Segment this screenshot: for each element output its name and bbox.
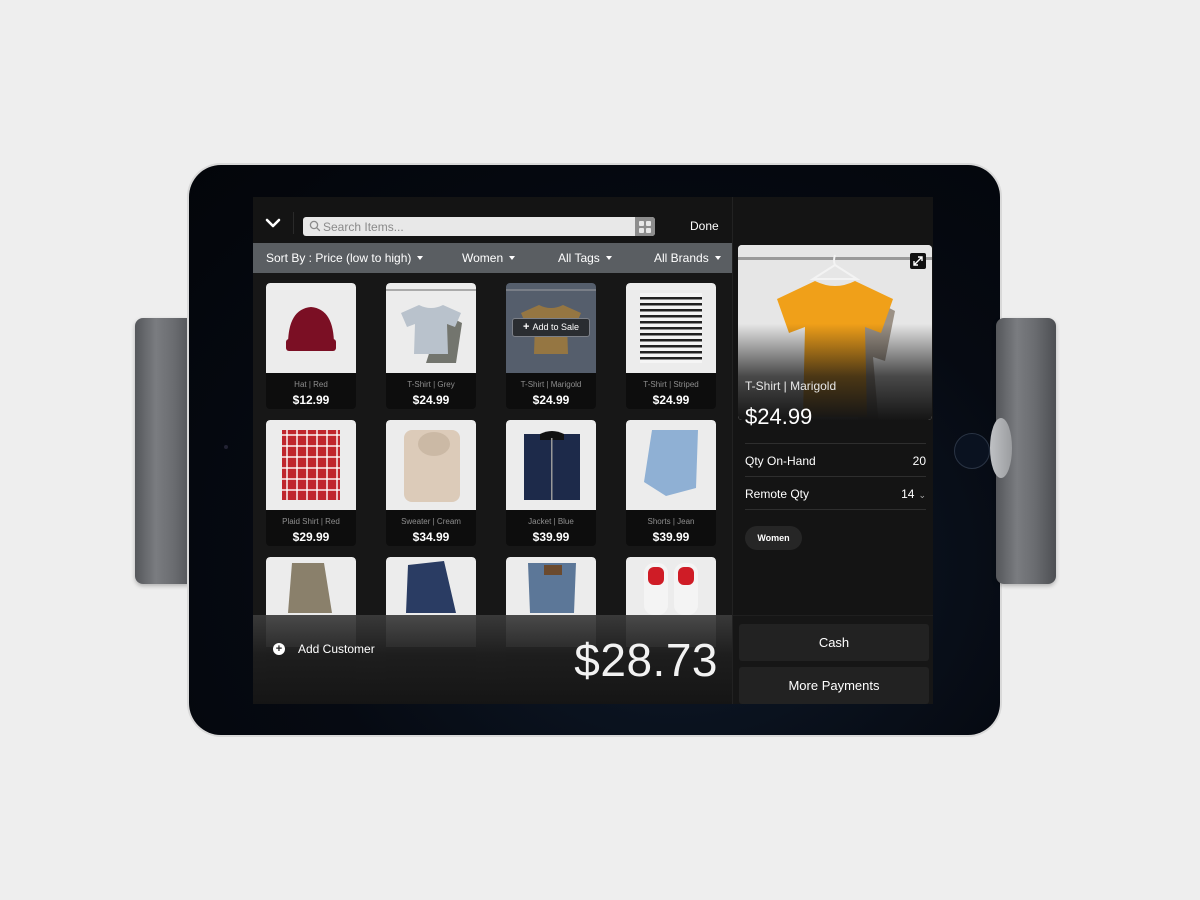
search-box xyxy=(303,217,655,236)
caret-down-icon xyxy=(714,255,721,260)
product-tile[interactable]: + Add to Sale T-Shirt | Marigold $24.99 xyxy=(506,283,596,409)
product-tile[interactable]: Sweater | Cream $34.99 xyxy=(386,420,476,546)
caret-down-icon xyxy=(605,255,612,260)
grid-icon xyxy=(639,220,644,226)
tags-label: All Tags xyxy=(558,251,600,265)
product-name: Hat | Red xyxy=(294,380,328,389)
pos-screen: Done Sort By : Price (low to high) Women… xyxy=(253,197,933,704)
chevron-down-icon xyxy=(265,218,281,228)
collapse-button[interactable] xyxy=(265,216,285,232)
product-name: Jacket | Blue xyxy=(528,517,574,526)
search-icon xyxy=(309,220,321,232)
image-gradient xyxy=(738,245,932,420)
qty-on-hand-row: Qty On-Hand 20 xyxy=(745,443,926,476)
remote-qty-label: Remote Qty xyxy=(745,487,810,501)
product-tile[interactable]: T-Shirt | Grey $24.99 xyxy=(386,283,476,409)
product-name: T-Shirt | Marigold xyxy=(520,380,582,389)
product-name: Shorts | Jean xyxy=(647,517,695,526)
grey-tshirt-on-hanger-image xyxy=(386,283,476,373)
product-price: $12.99 xyxy=(292,393,330,407)
sale-bar: + Add Customer $28.73 xyxy=(253,615,732,704)
plus-circle-icon: + xyxy=(273,643,285,655)
home-button[interactable] xyxy=(954,433,990,469)
product-price: $39.99 xyxy=(652,530,690,544)
qty-on-hand-label: Qty On-Hand xyxy=(745,454,816,468)
payment-area: Cash More Payments xyxy=(733,615,933,704)
chevron-down-icon: ⌄ xyxy=(918,490,926,500)
catalog-pane: Done Sort By : Price (low to high) Women… xyxy=(253,197,732,704)
brands-dropdown[interactable]: All Brands xyxy=(654,251,721,265)
product-tile[interactable]: Hat | Red $12.99 xyxy=(266,283,356,409)
brands-label: All Brands xyxy=(654,251,709,265)
search-input[interactable] xyxy=(323,217,633,236)
product-price: $24.99 xyxy=(532,393,570,407)
expand-button[interactable] xyxy=(910,253,926,269)
sale-total: $28.73 xyxy=(574,634,718,686)
cream-sweater-image xyxy=(386,420,476,510)
product-name: T-Shirt | Striped xyxy=(643,380,699,389)
product-tile[interactable]: Plaid Shirt | Red $29.99 xyxy=(266,420,356,546)
caret-down-icon xyxy=(417,255,424,260)
divider xyxy=(293,212,294,234)
tags-dropdown[interactable]: All Tags xyxy=(558,251,612,265)
product-tile[interactable]: T-Shirt | Striped $24.99 xyxy=(626,283,716,409)
detail-item-price: $24.99 xyxy=(745,404,813,429)
product-name: Sweater | Cream xyxy=(401,517,461,526)
sort-label: Sort By : Price (low to high) xyxy=(266,251,412,265)
expand-icon xyxy=(913,256,923,266)
caret-down-icon xyxy=(509,255,516,260)
sort-dropdown[interactable]: Sort By : Price (low to high) xyxy=(266,251,424,265)
camera xyxy=(224,445,228,449)
product-price: $39.99 xyxy=(532,530,570,544)
striped-tshirt-image xyxy=(626,283,716,373)
item-detail-image xyxy=(738,245,932,420)
item-detail-pane: T-Shirt | Marigold $24.99 Qty On-Hand 20… xyxy=(732,197,933,704)
product-price: $34.99 xyxy=(412,530,450,544)
red-beanie-image xyxy=(266,283,356,373)
cash-button[interactable]: Cash xyxy=(739,624,929,661)
product-tile[interactable]: Shorts | Jean $39.99 xyxy=(626,420,716,546)
plus-icon: + xyxy=(523,321,530,333)
red-plaid-shirt-image xyxy=(266,420,356,510)
product-tile[interactable]: Jacket | Blue $39.99 xyxy=(506,420,596,546)
add-to-sale-label: Add to Sale xyxy=(532,322,579,332)
more-payments-button[interactable]: More Payments xyxy=(739,667,929,704)
product-price: $24.99 xyxy=(412,393,450,407)
category-label: Women xyxy=(462,251,504,265)
remote-qty-value-wrap: 14 ⌄ xyxy=(901,487,926,501)
grid-view-toggle[interactable] xyxy=(635,217,655,236)
product-name: Plaid Shirt | Red xyxy=(282,517,340,526)
top-toolbar: Done xyxy=(253,197,732,243)
stand-clamp-left xyxy=(135,318,195,584)
category-dropdown[interactable]: Women xyxy=(462,251,516,265)
divider xyxy=(745,509,926,510)
add-customer-label: Add Customer xyxy=(298,642,375,656)
stand-clamp-right xyxy=(990,318,1056,584)
jean-shorts-image xyxy=(626,420,716,510)
tag-chip[interactable]: Women xyxy=(745,526,802,550)
navy-jacket-image xyxy=(506,420,596,510)
add-to-sale-button[interactable]: + Add to Sale xyxy=(512,318,590,337)
product-price: $29.99 xyxy=(292,530,330,544)
product-name: T-Shirt | Grey xyxy=(407,380,455,389)
remote-qty-row[interactable]: Remote Qty 14 ⌄ xyxy=(745,476,926,509)
filter-bar: Sort By : Price (low to high) Women All … xyxy=(253,243,732,273)
done-button[interactable]: Done xyxy=(690,219,719,233)
remote-qty-value: 14 xyxy=(901,487,915,501)
qty-on-hand-value: 20 xyxy=(912,454,926,468)
add-customer-button[interactable]: + Add Customer xyxy=(273,642,375,656)
product-price: $24.99 xyxy=(652,393,690,407)
detail-item-name: T-Shirt | Marigold xyxy=(745,379,837,393)
